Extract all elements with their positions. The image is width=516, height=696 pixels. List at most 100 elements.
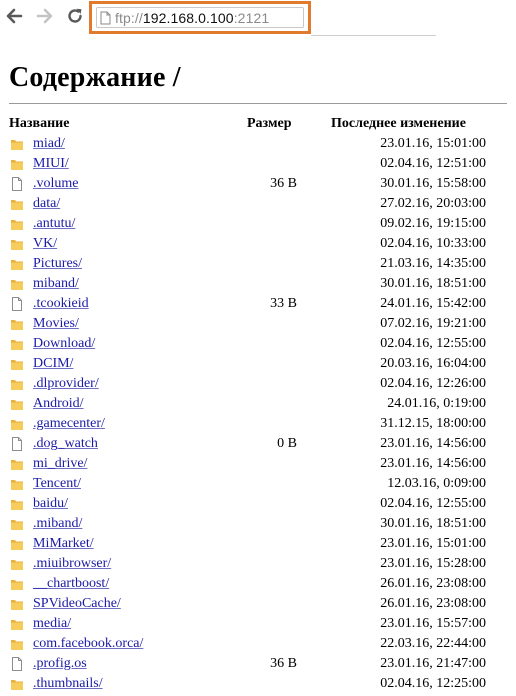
column-header-name[interactable]: Название [9,116,69,132]
entry-link[interactable]: MiMarket/ [33,536,94,552]
address-bar[interactable]: ftp://192.168.0.100:2121 [96,7,304,28]
list-item[interactable]: Tencent/12.03.16, 0:09:00 [0,474,516,494]
entry-link[interactable]: .thumbnails/ [33,676,103,692]
list-item[interactable]: miband/30.01.16, 18:51:00 [0,274,516,294]
entry-modified: 23.01.16, 15:28:00 [380,556,486,571]
entry-modified: 24.01.16, 15:42:00 [380,296,486,311]
entry-link[interactable]: Download/ [33,336,95,352]
list-item[interactable]: .gamecenter/31.12.15, 18:00:00 [0,414,516,434]
entry-link[interactable]: .antutu/ [33,216,75,232]
entry-modified: 20.03.16, 16:04:00 [380,356,486,371]
list-item[interactable]: SPVideoCache/26.01.16, 23:08:00 [0,594,516,614]
listing-header: Название Размер Последнее изменение [0,116,516,134]
list-item[interactable]: .miband/30.01.16, 18:51:00 [0,514,516,534]
list-item[interactable]: Pictures/21.03.16, 14:35:00 [0,254,516,274]
back-button[interactable] [4,6,24,26]
entry-link[interactable]: mi_drive/ [33,456,87,472]
list-item[interactable]: VK/02.04.16, 10:33:00 [0,234,516,254]
list-item[interactable]: .miuibrowser/23.01.16, 15:28:00 [0,554,516,574]
list-item[interactable]: .tcookieid 33 B 24.01.16, 15:42:00 [0,294,516,314]
entry-link[interactable]: .tcookieid [33,296,89,312]
entry-modified: 22.03.16, 22:44:00 [380,636,486,651]
entry-link[interactable]: DCIM/ [33,356,73,372]
entry-modified: 02.04.16, 12:55:00 [380,336,486,351]
list-item[interactable]: .profig.os 36 B 23.01.16, 21:47:00 [0,654,516,674]
entry-link[interactable]: .miuibrowser/ [33,556,111,572]
entry-modified: 23.01.16, 21:47:00 [380,656,486,671]
entry-link[interactable]: Pictures/ [33,256,82,272]
entry-link[interactable]: .volume [33,176,79,192]
url-port: :2121 [233,9,270,26]
list-item[interactable]: Android/24.01.16, 0:19:00 [0,394,516,414]
entry-link[interactable]: Android/ [33,396,84,412]
folder-icon [10,677,24,691]
entry-link[interactable]: com.facebook.orca/ [33,636,143,652]
entry-modified: 27.02.16, 20:03:00 [380,196,486,211]
list-item[interactable]: .volume 36 B 30.01.16, 15:58:00 [0,174,516,194]
url-host: 192.168.0.100 [142,9,234,26]
folder-icon [10,337,24,351]
folder-icon [10,217,24,231]
entry-link[interactable]: .dog_watch [33,436,98,452]
entry-link[interactable]: .gamecenter/ [33,416,105,432]
entry-link[interactable]: miband/ [33,276,79,292]
entry-link[interactable]: __chartboost/ [33,576,109,592]
list-item[interactable]: MiMarket/23.01.16, 15:01:00 [0,534,516,554]
entry-link[interactable]: miad/ [33,136,65,152]
entry-link[interactable]: MIUI/ [33,156,69,172]
list-item[interactable]: MIUI/02.04.16, 12:51:00 [0,154,516,174]
folder-icon [10,577,24,591]
reload-icon [68,8,82,23]
list-item[interactable]: .antutu/09.02.16, 19:15:00 [0,214,516,234]
list-item[interactable]: .dlprovider/02.04.16, 12:26:00 [0,374,516,394]
entry-modified: 02.04.16, 12:26:00 [380,376,486,391]
list-item[interactable]: .dog_watch 0 B 23.01.16, 14:56:00 [0,434,516,454]
entry-link[interactable]: .dlprovider/ [33,376,99,392]
address-bar-highlight: ftp://192.168.0.100:2121 [89,1,311,34]
forward-button[interactable] [35,6,55,26]
entry-modified: 26.01.16, 23:08:00 [380,576,486,591]
entry-modified: 23.01.16, 15:01:00 [380,536,486,551]
folder-icon [10,317,24,331]
list-item[interactable]: miad/23.01.16, 15:01:00 [0,134,516,154]
entry-link[interactable]: SPVideoCache/ [33,596,121,612]
entry-link[interactable]: .miband/ [33,516,82,532]
list-item[interactable]: mi_drive/23.01.16, 14:56:00 [0,454,516,474]
entry-link[interactable]: .profig.os [33,656,87,672]
folder-icon [10,137,24,151]
entry-modified: 30.01.16, 18:51:00 [380,276,486,291]
browser-toolbar: ftp://192.168.0.100:2121 [0,0,516,36]
list-item[interactable]: DCIM/20.03.16, 16:04:00 [0,354,516,374]
entry-link[interactable]: baidu/ [33,496,68,512]
entry-link[interactable]: Tencent/ [33,476,81,492]
entry-modified: 30.01.16, 18:51:00 [380,516,486,531]
entry-modified: 23.01.16, 15:01:00 [380,136,486,151]
list-item[interactable]: __chartboost/26.01.16, 23:08:00 [0,574,516,594]
list-item[interactable]: media/23.01.16, 15:57:00 [0,614,516,634]
folder-icon [10,457,24,471]
list-item[interactable]: Movies/07.02.16, 19:21:00 [0,314,516,334]
column-header-modified[interactable]: Последнее изменение [331,116,466,132]
entry-modified: 30.01.16, 15:58:00 [380,176,486,191]
entry-modified: 02.04.16, 12:55:00 [380,496,486,511]
list-item[interactable]: Download/02.04.16, 12:55:00 [0,334,516,354]
list-item[interactable]: com.facebook.orca/22.03.16, 22:44:00 [0,634,516,654]
entry-link[interactable]: Movies/ [33,316,79,332]
entry-modified: 02.04.16, 12:51:00 [380,156,486,171]
entry-link[interactable]: data/ [33,196,60,212]
entry-modified: 23.01.16, 14:56:00 [380,456,486,471]
folder-icon [10,597,24,611]
page-icon [100,11,111,24]
reload-button[interactable] [65,6,85,26]
folder-icon [10,157,24,171]
column-header-size[interactable]: Размер [247,116,292,132]
list-item[interactable]: data/27.02.16, 20:03:00 [0,194,516,214]
entry-size: 36 B [270,176,297,191]
list-item[interactable]: .thumbnails/02.04.16, 12:25:00 [0,674,516,694]
entry-link[interactable]: VK/ [33,236,57,252]
entry-size: 36 B [270,656,297,671]
list-item[interactable]: baidu/02.04.16, 12:55:00 [0,494,516,514]
entry-modified: 23.01.16, 15:57:00 [380,616,486,631]
folder-icon [10,397,24,411]
entry-link[interactable]: media/ [33,616,71,632]
